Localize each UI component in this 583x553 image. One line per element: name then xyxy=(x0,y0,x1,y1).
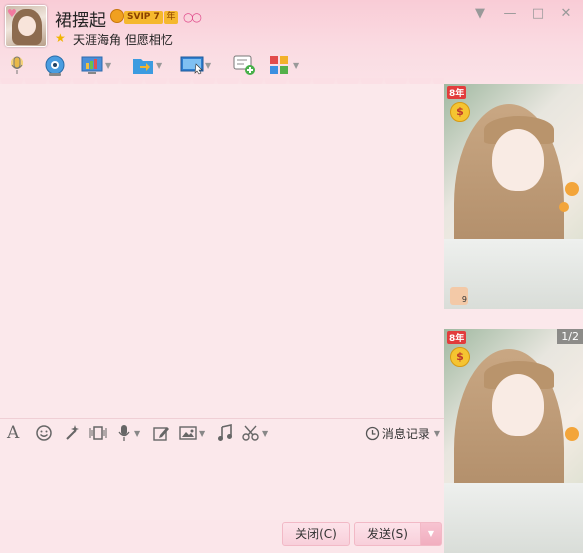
clock-icon xyxy=(365,426,379,441)
voice-call-button[interactable] xyxy=(6,52,28,78)
chevron-down-icon[interactable]: ▼ xyxy=(262,429,268,438)
message-history-button[interactable]: 消息记录 ▼ xyxy=(365,425,440,442)
qq-show-icon[interactable]: ○○ xyxy=(183,10,202,24)
qq-age-badge[interactable]: 8年 xyxy=(447,331,467,344)
music-icon xyxy=(218,424,232,441)
profile-show-panel: 8年 $ 9 8年 $ 1/2 xyxy=(444,84,583,553)
contact-nickname[interactable]: 裙摆起 xyxy=(55,6,106,31)
edit-button[interactable] xyxy=(152,424,170,442)
screen-share-icon xyxy=(80,54,103,76)
send-options-button[interactable]: ▼ xyxy=(420,522,442,546)
close-window-button[interactable]: ✕ xyxy=(557,6,575,22)
qq-age-badge[interactable]: 8年 xyxy=(447,86,467,99)
chevron-down-icon[interactable]: ▼ xyxy=(293,61,299,70)
close-button[interactable]: 关闭(C) xyxy=(282,522,350,546)
font-button[interactable]: A xyxy=(7,423,20,443)
gold-coin-icon[interactable]: $ xyxy=(450,347,470,367)
group-chat-icon xyxy=(232,54,255,76)
apps-icon xyxy=(268,54,290,76)
screen-share-button[interactable]: ▼ xyxy=(80,52,111,78)
mic-icon xyxy=(6,54,28,76)
qq-penguin-icon[interactable] xyxy=(110,9,124,23)
chevron-down-icon[interactable]: ▼ xyxy=(434,429,440,438)
shake-icon xyxy=(89,426,107,440)
screenshot-icon xyxy=(242,425,259,441)
gold-coin-icon[interactable]: $ xyxy=(450,102,470,122)
screenshot-button[interactable]: ▼ xyxy=(242,424,268,442)
self-photo[interactable]: 8年 $ xyxy=(444,329,583,553)
voice-message-icon xyxy=(118,425,130,441)
group-chat-button[interactable] xyxy=(232,52,255,78)
avatar[interactable]: ♥ xyxy=(5,5,47,47)
chat-header: ♥ 裙摆起 SVIP 7 年 ○○ ★ 天涯海角 但愿相忆 ▼ — □ ✕ ▼ … xyxy=(0,0,583,84)
chevron-down-icon[interactable]: ▼ xyxy=(134,429,140,438)
svip-badge[interactable]: SVIP 7 xyxy=(124,11,163,24)
message-display-area[interactable] xyxy=(0,84,444,418)
apps-button[interactable]: ▼ xyxy=(268,52,299,78)
chevron-down-icon[interactable]: ▼ xyxy=(105,61,111,70)
font-icon: A xyxy=(7,423,20,443)
voice-message-button[interactable]: ▼ xyxy=(116,424,140,442)
file-transfer-icon xyxy=(131,54,153,76)
message-input[interactable] xyxy=(0,446,444,520)
edit-icon xyxy=(153,427,169,441)
history-label: 消息记录 xyxy=(381,427,430,441)
heart-icon: ♥ xyxy=(7,7,17,20)
magic-icon xyxy=(66,425,79,440)
input-toolbar: A ▼ ▼ ▼ 消息记录 ▼ xyxy=(0,418,444,446)
file-transfer-button[interactable]: ▼ xyxy=(131,52,162,78)
remote-desktop-button[interactable]: ▼ xyxy=(180,52,211,78)
photo-separator xyxy=(444,309,583,329)
shake-button[interactable] xyxy=(88,424,108,442)
video-call-button[interactable] xyxy=(43,52,65,78)
level-badge[interactable]: 9 xyxy=(450,287,468,305)
chevron-down-icon[interactable]: ▼ xyxy=(156,61,162,70)
image-button[interactable]: ▼ xyxy=(179,424,205,442)
webcam-icon xyxy=(43,54,65,76)
minimize-button[interactable]: — xyxy=(501,6,519,22)
send-button[interactable]: 发送(S) xyxy=(354,522,421,546)
star-icon: ★ xyxy=(55,31,66,45)
menu-dropdown-button[interactable]: ▼ xyxy=(471,6,489,22)
magic-emoticon-button[interactable] xyxy=(63,424,81,442)
year-badge[interactable]: 年 xyxy=(164,11,178,24)
page-indicator: 1/2 xyxy=(557,329,583,344)
remote-desktop-icon xyxy=(180,54,204,76)
emoji-button[interactable] xyxy=(35,424,53,442)
image-icon xyxy=(179,426,197,440)
music-button[interactable] xyxy=(217,424,233,442)
contact-photo[interactable]: 8年 $ 9 xyxy=(444,84,583,309)
signature: 天涯海角 但愿相忆 xyxy=(73,33,173,47)
emoji-icon xyxy=(36,425,52,441)
maximize-button[interactable]: □ xyxy=(529,6,547,22)
chevron-down-icon[interactable]: ▼ xyxy=(199,429,205,438)
